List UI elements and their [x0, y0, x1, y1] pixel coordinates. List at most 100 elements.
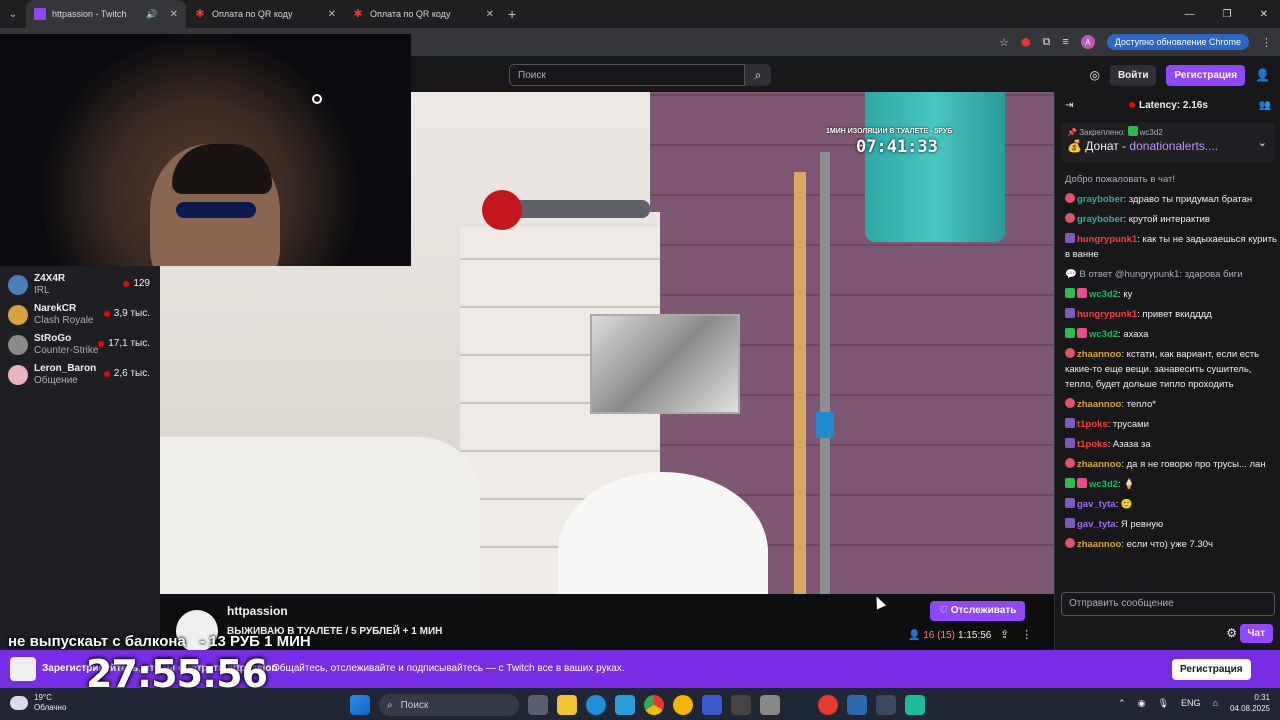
microphone-icon[interactable]: 🎙 [1158, 698, 1169, 709]
sidebar-channel[interactable]: Z4X4R IRL 129 [0, 270, 160, 300]
chat-message: hungrypunk1: привет вкидддд [1065, 307, 1277, 322]
chart-app-icon[interactable] [702, 695, 722, 715]
streamer-name[interactable]: httpassion [227, 604, 288, 618]
tab-twitch[interactable]: httpassion - Twitch 🔊 ✕ [26, 0, 186, 28]
clock[interactable]: 0:31 04.08.2025 [1230, 692, 1270, 714]
chat-input[interactable]: Отправить сообщение [1061, 592, 1275, 616]
close-icon[interactable]: ✕ [328, 9, 336, 20]
yandex-icon[interactable] [673, 695, 693, 715]
stream-actions: ⇪ ⋮ [1000, 628, 1032, 641]
chat-username[interactable]: graybober [1077, 214, 1123, 225]
top-right-actions: ◎ Войти Регистрация 👤 [1089, 64, 1270, 86]
badge-icon [1065, 193, 1075, 203]
minimize-icon[interactable]: — [1185, 9, 1195, 20]
badge-icon [1065, 438, 1075, 448]
chat-message: wc3d2: ахаха [1065, 327, 1277, 342]
network-icon[interactable]: ⌂ [1213, 698, 1218, 708]
chat-username[interactable]: zhaannoo [1077, 349, 1121, 360]
video-scene-mop [820, 152, 830, 594]
speaker-icon[interactable]: 🔊 [146, 9, 157, 20]
user-icon[interactable]: 👤 [1255, 68, 1270, 82]
login-button[interactable]: Войти [1109, 64, 1157, 86]
chevron-up-icon[interactable]: ⌃ [1118, 698, 1126, 709]
settings-app-icon[interactable] [731, 695, 751, 715]
chat-username[interactable]: hungrypunk1 [1077, 234, 1137, 245]
weather-widget[interactable]: 19°C Облачно [10, 693, 66, 713]
weather-condition: Облачно [34, 703, 67, 712]
vpn-icon[interactable] [905, 695, 925, 715]
tab-search-icon[interactable]: ⌄ [0, 0, 26, 28]
signup-button[interactable]: Регистрация [1166, 64, 1246, 86]
app-tray-icon[interactable]: ◉ [1138, 698, 1146, 709]
steam-client-icon[interactable] [789, 695, 809, 715]
badge-icon [1077, 478, 1087, 488]
yandex-browser-icon[interactable] [818, 695, 838, 715]
profile-avatar[interactable]: A [1080, 35, 1095, 49]
stream-viewer-count: 👤 16 (15) [908, 630, 955, 641]
sidebar-channel[interactable]: Leron_Baron Общение 2,6 тыс. [0, 360, 160, 390]
chat-message: zhaannoo: если что) уже 7.30ч [1065, 537, 1277, 552]
prime-loot-icon[interactable]: ◎ [1089, 68, 1099, 82]
banner-signup-button[interactable]: Регистрация [1172, 659, 1251, 680]
search-icon[interactable]: ⌕ [745, 64, 771, 86]
edge-icon[interactable] [586, 695, 606, 715]
chat-username[interactable]: zhaannoo [1077, 399, 1121, 410]
gear-icon[interactable]: ⚙ [1226, 626, 1237, 640]
share-icon[interactable]: ⇪ [1000, 628, 1009, 641]
gear-app-icon[interactable] [847, 695, 867, 715]
live-dot-icon [1129, 102, 1135, 108]
more-options-icon[interactable]: ⋮ [1021, 628, 1032, 641]
chat-username[interactable]: graybober [1077, 194, 1123, 205]
close-icon[interactable]: ✕ [486, 9, 494, 20]
badge-icon [1065, 418, 1075, 428]
chat-username[interactable]: t1poks [1077, 439, 1108, 450]
chat-username[interactable]: zhaannoo [1077, 459, 1121, 470]
banner-text: Общайтесь, отслеживайте и подписывайтесь… [272, 663, 625, 674]
tab-qr-1[interactable]: ✱ Оплата по QR коду ✕ [186, 0, 344, 28]
tab-qr-2[interactable]: ✱ Оплата по QR коду ✕ [344, 0, 502, 28]
language-indicator[interactable]: ENG [1181, 698, 1201, 708]
extension-icon[interactable]: ⬢ [1021, 36, 1031, 49]
viewer-count-value: 129 [133, 278, 150, 289]
steam-icon[interactable] [760, 695, 780, 715]
chat-username[interactable]: hungrypunk1 [1077, 309, 1137, 320]
calculator-icon[interactable] [876, 695, 896, 715]
collapse-chat-icon[interactable]: ⇥ [1065, 100, 1073, 111]
close-icon[interactable]: ✕ [170, 9, 178, 20]
chat-username[interactable]: gav_tyta [1077, 519, 1116, 530]
taskbar-search[interactable]: ⌕ Поиск [379, 694, 519, 716]
chrome-icon[interactable] [644, 695, 664, 715]
viewer-count-value: 17,1 тыс. [108, 338, 150, 349]
chat-send-button[interactable]: Чат [1239, 624, 1273, 643]
community-icon[interactable]: 👥 [1259, 100, 1271, 111]
search-input[interactable]: Поиск [509, 64, 745, 86]
bookmark-star-icon[interactable]: ☆ [999, 36, 1009, 49]
chevron-down-icon[interactable]: ⌄ [1258, 136, 1267, 149]
chat-username[interactable]: wc3d2 [1089, 289, 1118, 300]
extensions-puzzle-icon[interactable]: ⧉ [1042, 36, 1050, 49]
kebab-menu-icon[interactable]: ⋮ [1261, 36, 1272, 49]
sidebar-channel[interactable]: StRoGo Counter-Strike 17,1 тыс. [0, 330, 160, 360]
chat-username[interactable]: t1poks [1077, 419, 1108, 430]
update-chrome-button[interactable]: Доступно обновление Chrome [1106, 34, 1249, 50]
chat-username[interactable]: gav_tyta [1077, 499, 1116, 510]
pinned-label: Закреплено: [1079, 128, 1126, 137]
file-explorer-icon[interactable] [557, 695, 577, 715]
chat-username[interactable]: wc3d2 [1089, 329, 1118, 340]
new-tab-icon[interactable]: + [508, 6, 516, 22]
window-close-icon[interactable]: ✕ [1260, 9, 1268, 20]
chat-text: : если что) уже 7.30ч [1121, 539, 1213, 550]
pinned-link[interactable]: donationalerts.... [1129, 139, 1218, 153]
chat-message: wc3d2: ку [1065, 287, 1277, 302]
windows-start-icon[interactable] [350, 695, 370, 715]
pinned-message[interactable]: 📌 Закреплено: wc3d2 💰 Донат - donational… [1061, 122, 1275, 162]
sidebar-channel[interactable]: NarekCR Clash Royale 3,9 тыс. [0, 300, 160, 330]
chat-username[interactable]: zhaannoo [1077, 539, 1121, 550]
media-control-icon[interactable]: ≡ [1062, 36, 1068, 48]
follow-button[interactable]: ♡ Отслеживать [930, 601, 1026, 621]
telegram-icon[interactable] [615, 695, 635, 715]
chat-username[interactable]: wc3d2 [1089, 479, 1118, 490]
task-view-icon[interactable] [528, 695, 548, 715]
clock-time: 0:31 [1254, 693, 1270, 702]
maximize-icon[interactable]: ❐ [1223, 9, 1232, 20]
